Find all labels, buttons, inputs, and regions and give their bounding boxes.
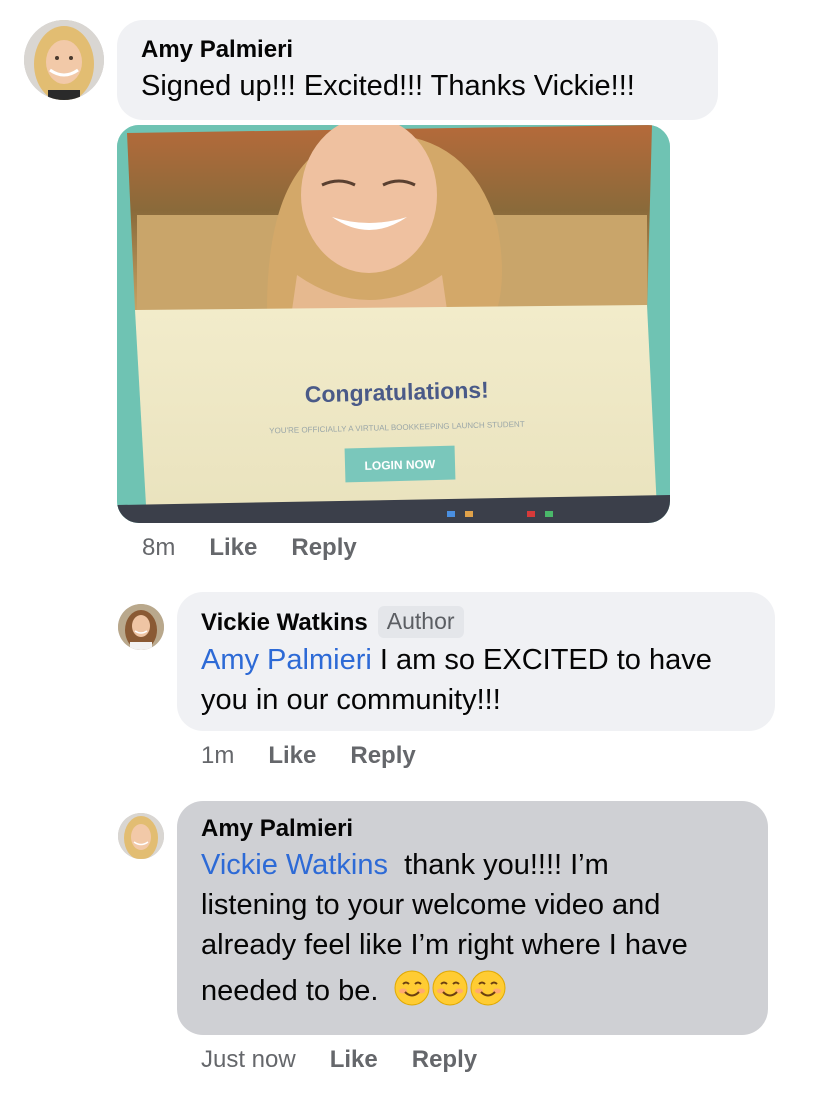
mention-link[interactable]: Vickie Watkins	[201, 849, 388, 881]
smiling-face-icon	[394, 970, 430, 1006]
comment-timestamp[interactable]: 8m	[142, 534, 175, 562]
reply-button[interactable]: Reply	[291, 534, 356, 562]
comment-author-name[interactable]: Amy Palmieri	[141, 36, 694, 64]
comment-actions: 8m Like Reply	[142, 534, 357, 562]
comment-photo-attachment[interactable]: Congratulations! YOU'RE OFFICIALLY A VIR…	[117, 125, 670, 523]
comment-bubble: Amy Palmieri Vickie Watkins thank you!!!…	[177, 801, 768, 1035]
reply-button[interactable]: Reply	[350, 742, 415, 770]
mention-link[interactable]: Amy Palmieri	[201, 644, 372, 676]
photo-heading: Congratulations!	[304, 377, 489, 408]
author-badge: Author	[377, 606, 464, 638]
photo-image: Congratulations! YOU'RE OFFICIALLY A VIR…	[117, 125, 670, 523]
avatar-amy-palmieri[interactable]	[24, 20, 104, 100]
comment-bubble: Amy Palmieri Signed up!!! Excited!!! Tha…	[117, 20, 718, 120]
comment-timestamp[interactable]: Just now	[201, 1046, 296, 1074]
comment-author-link[interactable]: Vickie Watkins	[201, 609, 368, 636]
comment-timestamp[interactable]: 1m	[201, 742, 234, 770]
avatar-vickie-watkins[interactable]	[118, 604, 164, 650]
comment-text: Amy Palmieri I am so EXCITED to have you…	[201, 644, 712, 716]
comment-actions: 1m Like Reply	[201, 742, 416, 770]
photo-login-label: LOGIN NOW	[364, 457, 436, 473]
comment-bubble: Vickie Watkins Author Amy Palmieri I am s…	[177, 592, 775, 731]
like-button[interactable]: Like	[268, 742, 316, 770]
comment-author-name[interactable]: Amy Palmieri	[201, 815, 744, 843]
reply-button[interactable]: Reply	[412, 1046, 477, 1074]
like-button[interactable]: Like	[209, 534, 257, 562]
avatar-amy-palmieri[interactable]	[118, 813, 164, 859]
like-button[interactable]: Like	[330, 1046, 378, 1074]
comment-text: Vickie Watkins thank you!!!! I’m listeni…	[201, 849, 688, 1007]
comment-author-name: Vickie Watkins Author	[201, 606, 751, 638]
comment-actions: Just now Like Reply	[201, 1046, 477, 1074]
smiling-face-icon	[470, 970, 506, 1006]
comment-text: Signed up!!! Excited!!! Thanks Vickie!!!	[141, 70, 635, 102]
smiling-face-icon	[432, 970, 468, 1006]
